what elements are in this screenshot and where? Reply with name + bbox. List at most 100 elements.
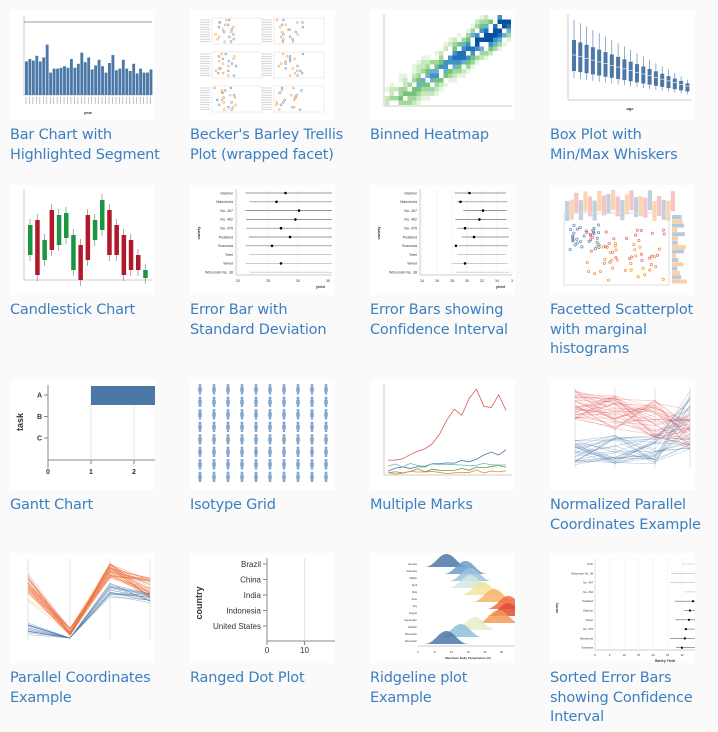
gallery-item-bar[interactable]: year Bar Chart with Highlighted Segment [10,10,170,165]
gallery-caption[interactable]: Facetted Scatterplot with marginal histogr… [550,301,710,360]
histogram-bar [624,194,629,215]
thumbnail[interactable] [190,380,335,490]
thumbnail[interactable]: 24 26 28 30 32 34 3 Glabron Manchuria No. 457 No. … [370,185,515,295]
heatmap-cell [448,69,453,74]
person-body [296,474,300,480]
caption-line: Bar Chart with [10,127,112,143]
gallery-caption[interactable]: Gantt Chart [10,496,170,516]
gallery-item-heatmap[interactable]: Binned Heatmap [370,10,530,146]
gallery-item-box[interactable]: age Box Plot with Min/Max Whiskers [550,10,710,165]
gallery-caption[interactable]: Becker's Barley Trellis Plot (wrapped fac… [190,126,350,165]
gallery-item-scatter[interactable]: Facetted Scatterplot with marginal histogr… [550,185,710,360]
thumbnail[interactable]: year [10,10,155,120]
thumbnail[interactable]: January February March April May June July Augu… [370,553,515,663]
gallery-item-gantt[interactable]: 0 1 2 A B Ctask Gantt Chart [10,380,170,516]
thumbnail[interactable] [370,10,515,120]
gallery-caption[interactable]: Bar Chart with Highlighted Segment [10,126,170,165]
person-legs [310,441,314,445]
gallery-caption[interactable]: Error Bars showing Confidence Interval [370,301,530,340]
gallery-item-ridge[interactable]: January February March April May June July Augu… [370,553,530,708]
gallery-item-isotype[interactable]: Isotype Grid [190,380,350,516]
thumbnail[interactable] [370,380,515,490]
point [280,89,284,92]
thumbnail[interactable] [190,10,335,120]
heatmap-cell [479,15,484,20]
histogram-bar [672,279,687,284]
gallery-item-par[interactable]: Parallel Coordinates Example [10,553,170,708]
gallery-item-ranged[interactable]: 0102BrazilChinaIndiaIndonesiaUnited Stat… [190,553,350,689]
axis-label: 35 [326,279,330,283]
gallery-item-errci[interactable]: 24 26 28 30 32 34 3 Glabron Manchuria No. 457 No. … [370,185,530,340]
heatmap-cell [448,73,453,78]
heatmap-cell [493,42,498,47]
gallery-item-candle[interactable]: Candlestick Chart [10,185,170,321]
person-legs [324,429,328,432]
person-body [268,474,272,480]
thumbnail[interactable]: 0510152025303TrebiWisconsin No. 38No. 45… [550,553,695,663]
person-legs [254,404,258,407]
thumbnail[interactable] [10,553,155,663]
thumbnail[interactable] [10,185,155,295]
gallery-caption[interactable]: Ridgeline plot Example [370,669,530,708]
gallery-caption[interactable]: Multiple Marks [370,496,530,516]
point [217,35,221,39]
person-icon [254,396,258,407]
thumbnail[interactable] [550,380,695,490]
point [569,228,573,232]
heatmap-cell [506,28,511,33]
person-icon [324,459,328,470]
thumbnail[interactable]: 20 25 30 35 Glabron Manchuria No. 457 No. 462 No… [190,185,335,295]
thumbnail[interactable]: 0102BrazilChinaIndiaIndonesiaUnited Stat… [190,553,335,663]
point [221,57,225,61]
gallery-caption[interactable]: Sorted Error Bars showing Confidence Inter… [550,669,710,728]
thumbnail[interactable]: 0 1 2 A B Ctask [10,380,155,490]
gallery-item-npar[interactable]: Normalized Parallel Coordinates Example [550,380,710,535]
heatmap-cell [497,15,502,20]
gallery-caption[interactable]: Isotype Grid [190,496,350,516]
heatmap-cell [475,60,480,65]
candle [85,215,91,260]
gallery-caption[interactable]: Box Plot with Min/Max Whiskers [550,126,710,165]
heatmap-cell [452,51,457,56]
person-body [198,387,202,392]
person-legs [268,391,272,395]
gallery-item-trellis[interactable]: Becker's Barley Trellis Plot (wrapped fac… [190,10,350,165]
person-body [240,437,244,442]
gallery-item-errstd[interactable]: 20 25 30 35 Glabron Manchuria No. 457 No. 462 No… [190,185,350,340]
gallery-item-sorted[interactable]: 0510152025303TrebiWisconsin No. 38No. 45… [550,553,710,728]
thumbnail[interactable]: age [550,10,695,120]
point [228,93,232,97]
thumbnail[interactable] [550,185,695,295]
heatmap-cell [412,87,417,92]
heatmap-cell [475,46,480,51]
bar [128,71,132,95]
heatmap-cell [488,33,493,38]
person-body [324,387,328,392]
person-head [324,421,328,425]
gallery-caption[interactable]: Error Bar with Standard Deviation [190,301,350,340]
person-icon [212,409,216,420]
point [283,98,286,102]
chart-thumbnail: 24 26 28 30 32 34 3 Glabron Manchuria No. 457 No. … [376,189,513,289]
person-legs [254,479,258,482]
gallery-caption[interactable]: Normalized Parallel Coordinates Example [550,496,710,535]
axis-label: March [410,576,418,580]
person-head [310,396,314,400]
gallery-caption[interactable]: Parallel Coordinates Example [10,669,170,708]
gallery-caption[interactable]: Ranged Dot Plot [190,669,350,689]
bar [111,55,115,95]
heatmap-cell [461,51,466,56]
person-body [240,387,244,392]
gallery-caption[interactable]: Binned Heatmap [370,126,530,146]
person-legs [310,466,314,470]
bar [28,59,32,95]
person-icon [254,421,258,432]
point [649,262,653,266]
person-icon [198,471,202,482]
person-body [212,437,216,442]
gallery-item-multi[interactable]: Multiple Marks [370,380,530,516]
heatmap-cell [457,42,462,47]
point [643,273,647,277]
gallery-caption[interactable]: Candlestick Chart [10,301,170,321]
histogram-bar [672,245,686,250]
